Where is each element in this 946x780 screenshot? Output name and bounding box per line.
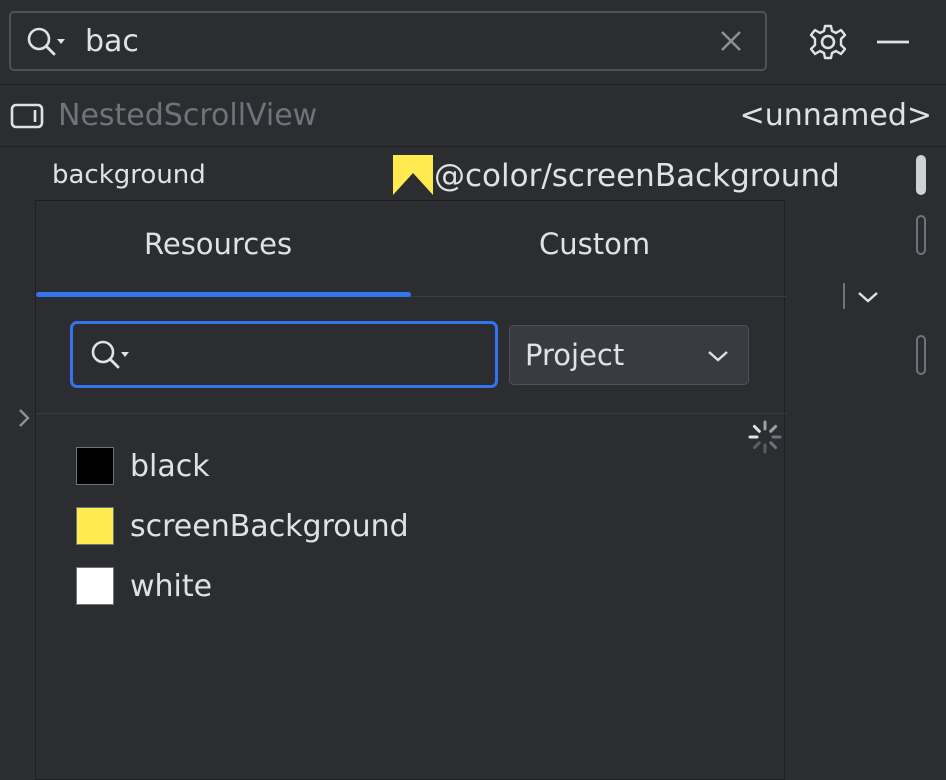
list-item-label: black: [130, 449, 210, 484]
color-swatch[interactable]: [393, 155, 433, 195]
component-header: NestedScrollView <unnamed>: [0, 86, 946, 147]
attribute-value[interactable]: @color/screenBackground: [434, 158, 840, 194]
scrollbar-thumb[interactable]: [916, 155, 926, 195]
attribute-name: background: [52, 160, 206, 190]
divider: [843, 283, 845, 309]
search-icon[interactable]: [89, 338, 135, 372]
list-separator: [36, 413, 786, 414]
clear-icon[interactable]: [717, 27, 745, 55]
component-id: <unnamed>: [739, 98, 932, 133]
resource-search-field[interactable]: [70, 321, 498, 388]
tab-resources[interactable]: Resources: [144, 227, 292, 261]
chevron-right-icon[interactable]: [16, 406, 32, 430]
color-swatch: [76, 507, 114, 545]
list-item[interactable]: white: [76, 567, 676, 607]
scrollbar-indicator: [916, 215, 926, 255]
scope-dropdown[interactable]: Project: [509, 325, 749, 385]
color-swatch: [76, 447, 114, 485]
search-icon[interactable]: [25, 25, 71, 59]
chevron-down-icon: [708, 351, 728, 362]
scope-label: Project: [525, 338, 625, 372]
component-icon: [10, 103, 44, 129]
active-tab-indicator: [36, 292, 411, 297]
search-input[interactable]: bac: [85, 24, 139, 59]
minimize-icon[interactable]: [874, 22, 914, 62]
top-toolbar: bac: [0, 0, 946, 85]
list-item-label: white: [130, 569, 213, 604]
list-item[interactable]: black: [76, 447, 676, 487]
component-name: NestedScrollView: [58, 98, 318, 133]
search-field[interactable]: bac: [9, 11, 767, 71]
scrollbar-indicator: [916, 335, 926, 375]
gear-icon[interactable]: [808, 22, 848, 62]
loading-spinner-icon: [748, 420, 782, 454]
chevron-down-icon[interactable]: [856, 289, 880, 305]
tab-custom[interactable]: Custom: [539, 227, 650, 261]
color-picker-popup: Resources Custom Project black screenBac…: [35, 200, 786, 780]
color-swatch: [76, 567, 114, 605]
list-item-label: screenBackground: [130, 509, 409, 544]
list-item[interactable]: screenBackground: [76, 507, 676, 547]
